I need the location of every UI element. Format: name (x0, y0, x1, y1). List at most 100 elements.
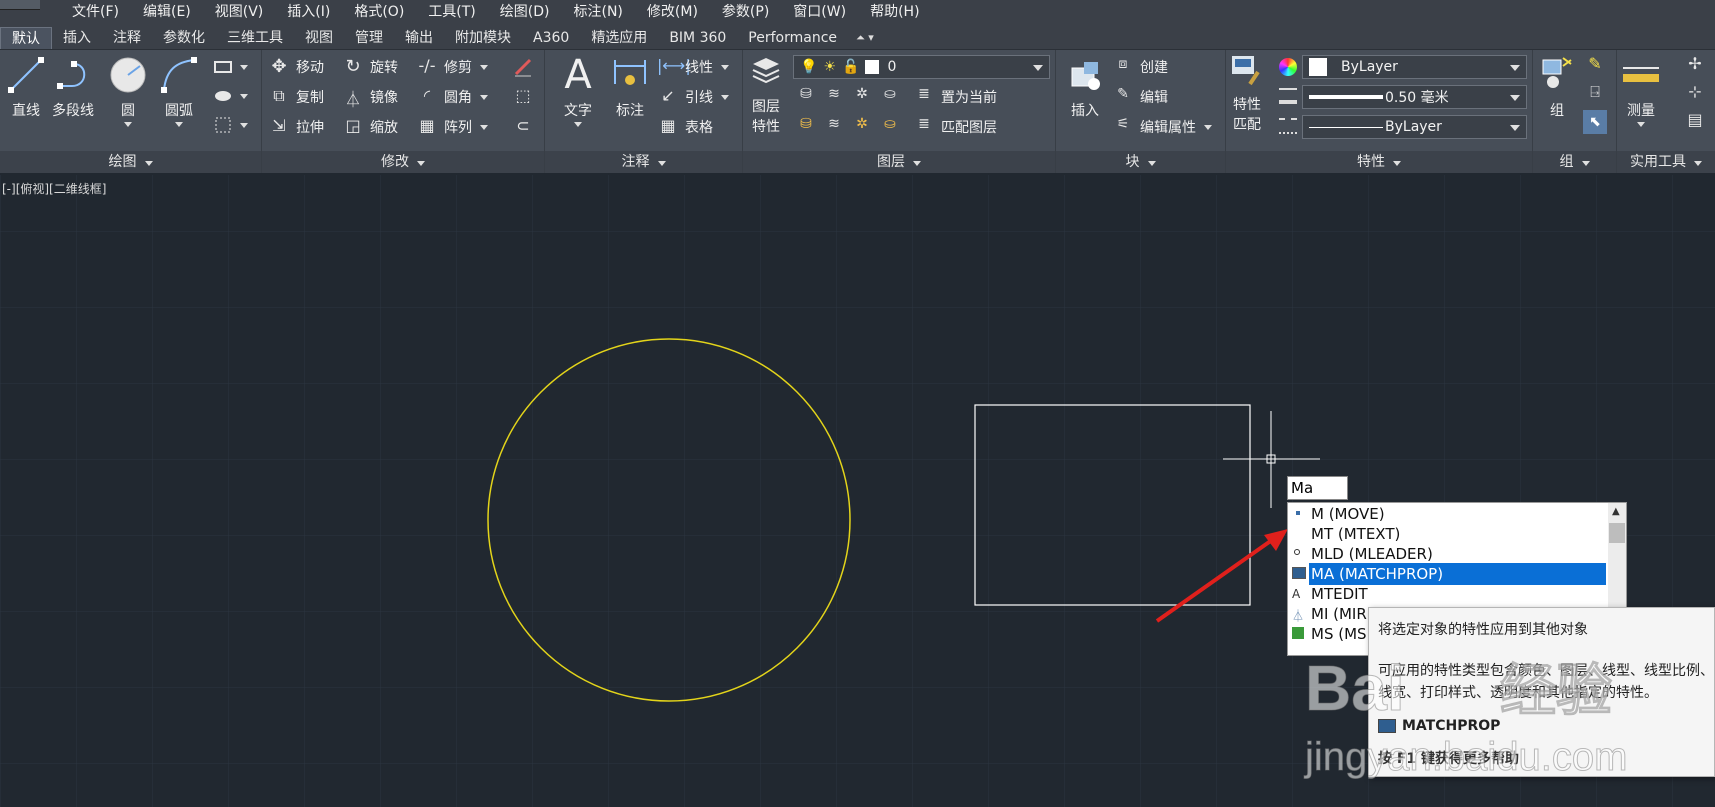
mirror-button[interactable]: ⏃ 镜像 (342, 84, 398, 110)
ribbon-tab[interactable]: 输出 (394, 27, 444, 49)
edit-attributes-button[interactable]: ⚟ 编辑属性 (1112, 114, 1212, 140)
lineweight-icon[interactable] (1279, 88, 1297, 104)
explode-button[interactable]: ⬚ (512, 84, 540, 110)
ribbon-tab[interactable]: 视图 (294, 27, 344, 49)
lineweight-dropdown[interactable]: 0.50 毫米 (1302, 85, 1527, 109)
command-input[interactable]: Ma (1287, 476, 1348, 500)
table-button[interactable]: ▦ 表格 (657, 114, 713, 140)
layer-dropdown[interactable]: 💡 ☀ 🔓 0 (793, 55, 1050, 79)
application-button[interactable] (0, 0, 40, 10)
panel-modify-title[interactable]: 修改 (262, 151, 544, 173)
scale-button[interactable]: ◲ 缩放 (342, 114, 398, 140)
fillet-button[interactable]: ◜ 圆角 (416, 84, 488, 110)
make-current-button[interactable]: ≣ 置为当前 (913, 84, 997, 110)
erase-button[interactable] (512, 54, 540, 80)
menu-item[interactable]: 帮助(H) (858, 0, 931, 24)
ribbon-tab[interactable]: BIM 360 (658, 27, 737, 49)
ribbon-tab[interactable]: A360 (522, 27, 580, 49)
color-wheel-icon[interactable] (1279, 58, 1297, 76)
tab-options-icon[interactable]: ⏶ ▾ (848, 27, 882, 49)
ribbon-tab[interactable]: 管理 (344, 27, 394, 49)
ribbon-tab[interactable]: 精选应用 (580, 27, 658, 49)
circle-dropdown-icon[interactable] (124, 122, 132, 127)
arc-button[interactable]: 圆弧 (158, 54, 200, 127)
create-block-button[interactable]: ⧈ 创建 (1112, 54, 1168, 80)
autocomplete-item-selected[interactable]: MA (MATCHPROP) (1309, 563, 1606, 585)
drawn-rectangle[interactable] (974, 404, 1251, 606)
panel-groups-title[interactable]: 组 (1533, 151, 1616, 173)
scroll-up-icon[interactable]: ▲ (1612, 506, 1620, 517)
layer-off-icon[interactable]: ✲ (851, 86, 873, 108)
ribbon-tab[interactable]: 参数化 (152, 27, 216, 49)
autocomplete-item[interactable]: M (MOVE) (1309, 503, 1606, 525)
trim-button[interactable]: -/- 修剪 (416, 54, 488, 80)
layer-lock-tool-icon[interactable]: ⛀ (879, 86, 901, 108)
autocomplete-item[interactable]: MT (MTEXT) (1309, 523, 1606, 545)
menu-item[interactable]: 插入(I) (275, 0, 342, 24)
dimension-button[interactable]: 标注 (609, 54, 651, 120)
rotate-button[interactable]: ↻ 旋转 (342, 54, 398, 80)
drawn-circle[interactable] (487, 338, 851, 702)
line-button[interactable]: 直线 (5, 54, 47, 120)
id-point-icon[interactable]: ⊹ (1683, 82, 1707, 106)
group-select-icon[interactable]: ⬉ (1583, 110, 1607, 134)
polyline-button[interactable]: 多段线 (52, 54, 94, 120)
linetype-dropdown[interactable]: ByLayer (1302, 115, 1527, 139)
panel-properties-title[interactable]: 特性 (1226, 151, 1532, 173)
stretch-button[interactable]: ⇲ 拉伸 (268, 114, 324, 140)
layer-properties-button[interactable]: 图层 特性 (749, 54, 783, 136)
hatch-button[interactable] (212, 83, 248, 109)
array-button[interactable]: ▦ 阵列 (416, 114, 488, 140)
layer-on-tool-icon[interactable]: ⛁ (795, 116, 817, 138)
arc-dropdown-icon[interactable] (175, 122, 183, 127)
menu-item[interactable]: 参数(P) (710, 0, 781, 24)
menu-item[interactable]: 窗口(W) (781, 0, 858, 24)
ribbon-tab[interactable]: 三维工具 (216, 27, 294, 49)
match-layer-button[interactable]: ≣ 匹配图层 (913, 114, 997, 140)
layer-thaw-tool-icon[interactable]: ≋ (823, 116, 845, 138)
ribbon-tab[interactable]: Performance (737, 27, 848, 49)
ribbon-tab[interactable]: 注释 (102, 27, 152, 49)
menu-item[interactable]: 绘图(D) (488, 0, 562, 24)
panel-utilities-title[interactable]: 实用工具 (1617, 151, 1715, 173)
menu-item[interactable]: 修改(M) (635, 0, 710, 24)
layer-thaw-all-icon[interactable]: ✲ (851, 116, 873, 138)
measure-button[interactable]: 测量 (1621, 54, 1661, 127)
move-button[interactable]: ✥ 移动 (268, 54, 324, 80)
text-button[interactable]: A 文字 (557, 54, 599, 127)
offset-button[interactable]: ⊂ (512, 114, 540, 140)
scrollbar-thumb[interactable] (1609, 523, 1625, 543)
group-edit-icon[interactable]: ⍈ (1583, 82, 1607, 106)
boundary-button[interactable] (212, 112, 248, 138)
edit-block-button[interactable]: ✎ 编辑 (1112, 84, 1168, 110)
linear-dim-button[interactable]: |⟷| 线性 (657, 54, 729, 80)
calculator-icon[interactable]: ▤ (1683, 110, 1707, 134)
menu-item[interactable]: 标注(N) (562, 0, 635, 24)
menu-item[interactable]: 视图(V) (203, 0, 276, 24)
linetype-icon[interactable] (1279, 118, 1297, 134)
menu-item[interactable]: 文件(F) (60, 0, 131, 24)
ribbon-tab[interactable]: 默认 (0, 27, 52, 49)
insert-block-button[interactable]: 插入 (1064, 54, 1106, 120)
panel-draw-title[interactable]: 绘图 (0, 151, 261, 173)
menu-item[interactable]: 编辑(E) (131, 0, 203, 24)
ribbon-tab[interactable]: 插入 (52, 27, 102, 49)
rectangle-button[interactable] (212, 54, 248, 80)
group-button[interactable]: 组 (1539, 54, 1575, 120)
copy-button[interactable]: ⧉ 复制 (268, 84, 324, 110)
color-dropdown[interactable]: ByLayer (1302, 55, 1527, 79)
match-properties-button[interactable]: 特性 匹配 (1230, 54, 1264, 134)
ribbon-tab[interactable]: 附加模块 (444, 27, 522, 49)
autocomplete-item[interactable]: MTEDIT (1309, 583, 1606, 605)
menu-item[interactable]: 格式(O) (342, 0, 416, 24)
ungroup-icon[interactable]: ✎ (1583, 54, 1607, 78)
quick-select-icon[interactable]: ✢ (1683, 54, 1707, 78)
menu-item[interactable]: 工具(T) (416, 0, 487, 24)
layer-isolate-icon[interactable]: ⛁ (795, 86, 817, 108)
layer-freeze-icon[interactable]: ≋ (823, 86, 845, 108)
panel-layers-title[interactable]: 图层 (743, 151, 1055, 173)
layer-unlock-icon[interactable]: ⛀ (879, 116, 901, 138)
autocomplete-item[interactable]: MLD (MLEADER) (1309, 543, 1606, 565)
panel-annotation-title[interactable]: 注释 (545, 151, 742, 173)
circle-button[interactable]: 圆 (107, 54, 149, 127)
